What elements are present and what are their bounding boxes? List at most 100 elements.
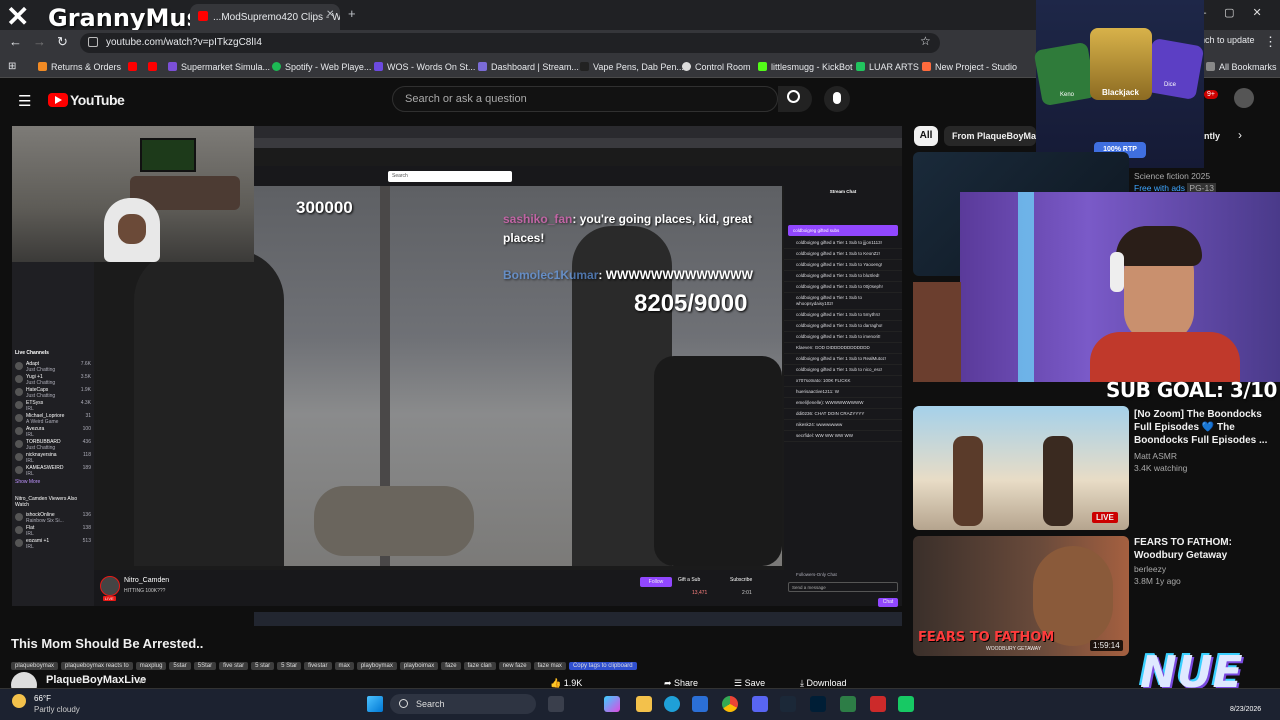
hamburger-menu-icon[interactable]: ☰	[18, 92, 31, 110]
update-button[interactable]: nch to update	[1200, 35, 1255, 45]
streamer-name[interactable]: Nitro_Camden	[124, 577, 169, 584]
bookmark-yt1[interactable]	[128, 62, 141, 72]
video-tag[interactable]: 5 star	[251, 662, 275, 670]
face	[118, 214, 146, 244]
chrome-icon[interactable]	[722, 696, 738, 712]
bookmark-wos[interactable]: WOS - Words On St...	[374, 62, 475, 72]
inner-taskbar	[254, 612, 902, 626]
subscribe-button[interactable]: Subscribe	[730, 577, 752, 583]
also-watch-heading: Nitro_Camden Viewers Also Watch	[15, 496, 78, 508]
video-tag[interactable]: faze clan	[463, 662, 496, 670]
forward-icon[interactable]: →	[33, 34, 46, 49]
video-tag[interactable]: 5star	[169, 662, 191, 670]
live-channel-item[interactable]: Michael_Lopriore 31 A Weird Game	[12, 412, 94, 425]
rec2-channel[interactable]: Matt ASMR	[1134, 450, 1177, 462]
live-channel-item[interactable]: HateCaps 1.9K Just Chatting	[12, 386, 94, 399]
steam-icon[interactable]	[780, 696, 796, 712]
video-tag[interactable]: max	[334, 662, 354, 670]
webcam-reactor	[960, 192, 1280, 382]
game-icon[interactable]	[898, 696, 914, 712]
bookmark-control-room[interactable]: Control Room	[682, 62, 751, 72]
rec1-title[interactable]: Science fiction 2025	[1134, 170, 1210, 182]
live-channel-item[interactable]: Avezura 100 IRL	[12, 425, 94, 438]
avatar[interactable]	[1234, 88, 1254, 108]
search-input[interactable]: Search or ask a question	[392, 86, 778, 112]
live-channel-item[interactable]: ETSyss 4.3K IRL	[12, 399, 94, 412]
discord-icon[interactable]	[752, 696, 768, 712]
bookmark-supermarket[interactable]: Supermarket Simula...	[168, 62, 270, 72]
menu-dots-icon[interactable]: ⋮	[1264, 34, 1277, 50]
taskbar-search-icon	[399, 699, 408, 708]
show-more-link[interactable]: Show More	[12, 477, 94, 487]
url-field[interactable]: youtube.com/watch?v=pITkzgC8lI4	[80, 33, 940, 53]
live-channel-item[interactable]: KAMEASWEIRD 189 IRL	[12, 464, 94, 477]
start-button[interactable]	[367, 696, 383, 712]
video-tag[interactable]: 5 Star	[277, 662, 302, 670]
bookmark-studio[interactable]: New Project - Studio	[922, 62, 1017, 72]
chip-recently[interactable]: ntly	[1204, 126, 1228, 146]
rec3-title[interactable]: FEARS TO FATHOM: Woodbury Getaway	[1134, 536, 1274, 562]
video-tag[interactable]: fivestar	[304, 662, 332, 670]
chevron-right-icon[interactable]: ›	[1238, 128, 1242, 142]
notes-icon[interactable]	[840, 696, 856, 712]
chat-input[interactable]: Send a message	[788, 582, 898, 592]
video-tag[interactable]: plaqueboymax reacts to	[61, 662, 133, 670]
rec2-title[interactable]: [No Zoom] The Boondocks Full Episodes 💙 …	[1134, 408, 1274, 447]
file-explorer-icon[interactable]	[636, 696, 652, 712]
live-channel-item[interactable]: ishockOnline 136 Rainbow Six Si...	[12, 511, 94, 524]
browser-tab[interactable]: ...ModSupremo420 Clips - Watc	[190, 4, 340, 30]
like-button[interactable]: 👍 1.9K	[550, 678, 606, 688]
task-view-icon[interactable]	[548, 696, 564, 712]
bookmark-dashboard[interactable]: Dashboard | Stream...	[478, 62, 579, 72]
video-tag[interactable]: faze	[441, 662, 461, 670]
live-channel-item[interactable]: Flat 138 IRL	[12, 524, 94, 537]
video-tag[interactable]: playboimax	[399, 662, 439, 670]
follow-button[interactable]: Follow	[640, 577, 672, 587]
video-tag[interactable]: five star	[219, 662, 249, 670]
live-channel-item[interactable]: eozami +1 513 IRL	[12, 537, 94, 550]
live-channel-item[interactable]: nicknayersina 118 IRL	[12, 451, 94, 464]
chip-from-channel[interactable]: From PlaqueBoyMax	[944, 126, 1036, 146]
bookmark-star-icon[interactable]: ☆	[920, 34, 931, 48]
back-icon[interactable]: ←	[9, 34, 22, 49]
reload-icon[interactable]: ↻	[57, 34, 68, 50]
apps-grid-icon[interactable]: ⊞	[8, 61, 16, 72]
bookmark-vape[interactable]: Vape Pens, Dab Pen...	[580, 62, 684, 72]
video-tag[interactable]: playboymax	[356, 662, 397, 670]
bookmark-spotify[interactable]: Spotify - Web Playe...	[272, 62, 371, 72]
video-tag[interactable]: plaqueboymax	[11, 662, 59, 670]
photoshop-icon[interactable]	[810, 696, 826, 712]
bookmark-luar[interactable]: LUAR ARTS	[856, 62, 919, 72]
chat-send-button[interactable]: Chat	[878, 598, 898, 607]
video-tag[interactable]: faze max	[533, 662, 566, 670]
bookmark-kickbot[interactable]: littlesmugg - KickBot	[758, 62, 853, 72]
streamer-avatar[interactable]	[100, 576, 120, 596]
chip-all[interactable]: All	[914, 126, 938, 146]
live-channel-item[interactable]: Adapt 7.6K Just Chatting	[12, 360, 94, 373]
youtube-logo[interactable]	[48, 93, 68, 107]
rec3-channel[interactable]: berleezy	[1134, 563, 1166, 575]
new-tab-icon[interactable]: +	[348, 6, 356, 21]
taskbar-search[interactable]: Search	[390, 694, 536, 714]
video-tag[interactable]: maxplug	[135, 662, 167, 670]
video-tag[interactable]: 5Star	[193, 662, 217, 670]
edge-icon[interactable]	[664, 696, 680, 712]
live-channel-item[interactable]: TORBUBBARD 436 Just Chatting	[12, 438, 94, 451]
blackjack-label: Blackjack	[1102, 88, 1139, 97]
acrobat-icon[interactable]	[870, 696, 886, 712]
copilot-icon[interactable]	[604, 696, 620, 712]
bookmark-all[interactable]: All Bookmarks	[1206, 62, 1277, 72]
copy-tags-button[interactable]: Copy tags to clipboard	[568, 662, 637, 670]
store-icon[interactable]	[692, 696, 708, 712]
live-channel-item[interactable]: Yugi +1 3.5K Just Chatting	[12, 373, 94, 386]
video-tag[interactable]: new faze	[498, 662, 531, 670]
tab-close-icon[interactable]: ✕	[326, 9, 334, 20]
channel-name[interactable]: PlaqueBoyMaxLive	[46, 674, 146, 686]
bookmark-yt2[interactable]	[148, 62, 161, 72]
window-controls[interactable]: –▢✕	[1200, 6, 1280, 19]
site-info-icon[interactable]	[88, 37, 98, 47]
weather-temp[interactable]: 66°F	[34, 694, 51, 703]
bookmark-returns[interactable]: Returns & Orders	[38, 62, 121, 72]
gift-sub-button[interactable]: Gift a Sub	[678, 577, 700, 583]
dice-card	[1143, 37, 1205, 101]
